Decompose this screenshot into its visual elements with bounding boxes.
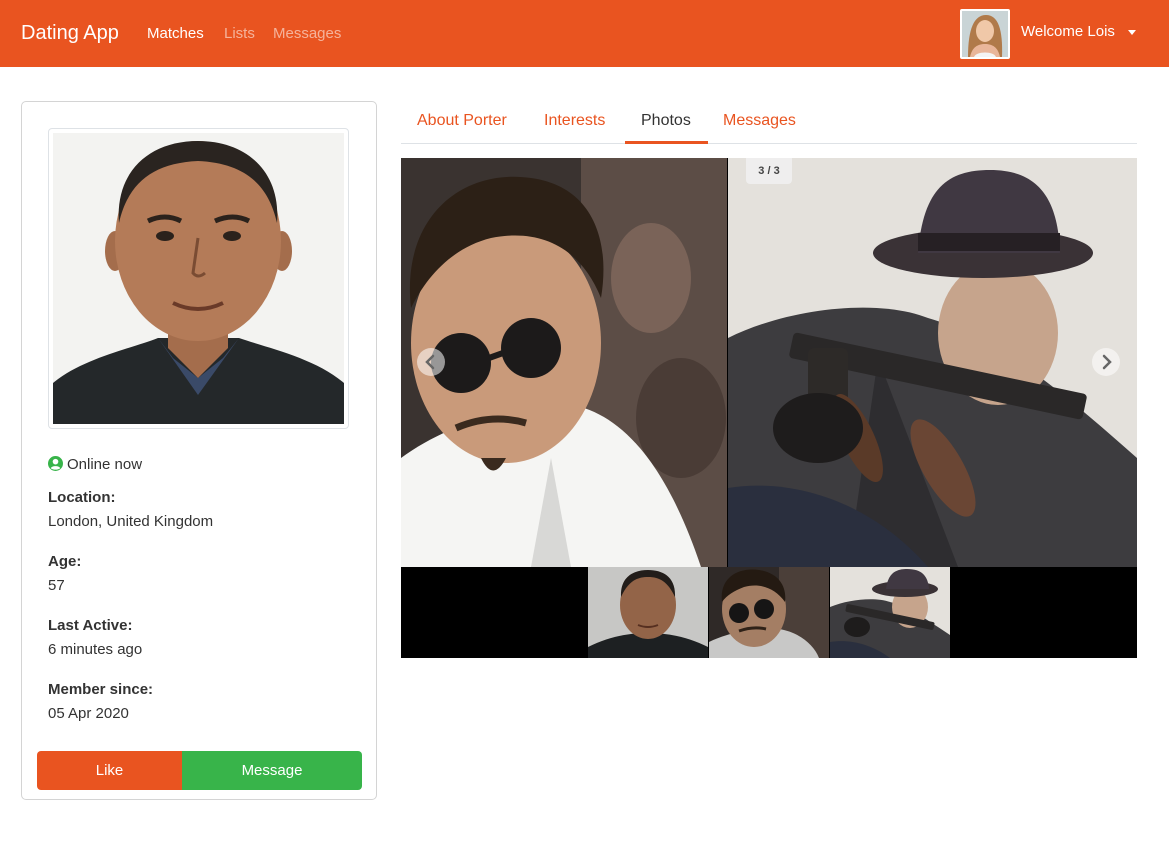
age-label: Age: [48,553,82,570]
profile-tabs: About Porter Interests Photos Messages [401,101,1137,144]
next-photo-button[interactable] [1092,348,1120,376]
tab-photos[interactable]: Photos [641,112,691,130]
gallery-photo-previous[interactable] [401,158,727,567]
last-active-label: Last Active: [48,617,133,634]
tab-about[interactable]: About Porter [417,112,507,130]
previous-photo-button[interactable] [417,348,445,376]
user-circle-icon [48,456,63,475]
location-label: Location: [48,489,116,506]
tab-messages[interactable]: Messages [723,112,796,130]
welcome-dropdown[interactable]: Welcome Lois [1021,23,1115,40]
active-tab-indicator [625,141,708,144]
last-active-value: 6 minutes ago [48,641,143,658]
chevron-down-icon[interactable] [1128,30,1136,35]
like-button[interactable]: Like [37,751,182,790]
member-since-label: Member since: [48,681,154,698]
location-value: London, United Kingdom [48,513,214,530]
photo-counter: 3 / 3 [746,158,792,184]
member-since-value: 05 Apr 2020 [48,705,129,722]
photo-gallery: 3 / 3 [401,158,1137,658]
brand-logo[interactable]: Dating App [21,22,119,45]
gallery-photo-current[interactable] [728,158,1137,567]
profile-card: Online now Location: London, United King… [21,101,377,800]
message-button[interactable]: Message [182,751,362,790]
age-value: 57 [48,577,65,594]
thumbnail-3-selected[interactable] [830,567,950,658]
user-avatar[interactable] [960,9,1010,59]
nav-lists[interactable]: Lists [224,25,255,42]
chevron-left-icon [425,354,435,370]
thumbnail-strip [401,567,1137,658]
profile-photo [48,128,349,429]
nav-messages[interactable]: Messages [273,25,341,42]
nav-matches[interactable]: Matches [147,25,204,42]
chevron-right-icon [1102,354,1112,370]
thumbnail-2[interactable] [709,567,829,658]
tab-interests[interactable]: Interests [544,112,605,130]
online-status-text: Online now [67,456,143,473]
top-navbar: Dating App Matches Lists Messages Welcom… [0,0,1169,67]
online-status: Online now [48,456,142,475]
thumbnail-1[interactable] [588,567,708,658]
